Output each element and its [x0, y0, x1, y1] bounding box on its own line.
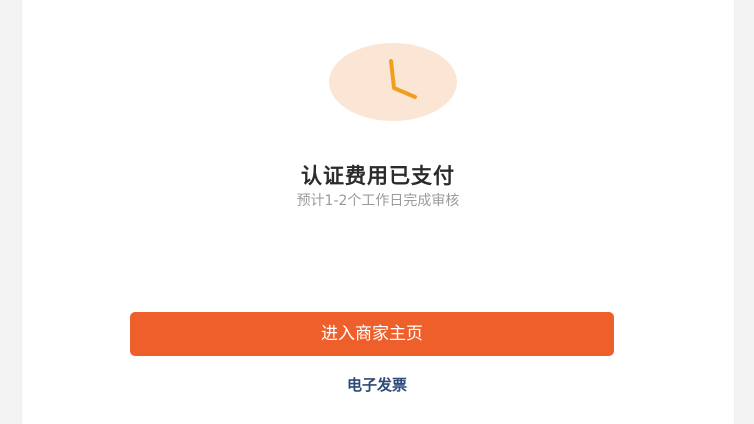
- enter-merchant-home-button[interactable]: 进入商家主页: [130, 312, 614, 356]
- status-title: 认证费用已支付: [301, 164, 455, 188]
- e-invoice-link[interactable]: 电子发票: [0, 374, 754, 396]
- result-card: 认证费用已支付 预计1-2个工作日完成审核: [22, 0, 734, 424]
- clock-icon: [329, 43, 457, 121]
- status-subtitle: 预计1-2个工作日完成审核: [296, 193, 460, 209]
